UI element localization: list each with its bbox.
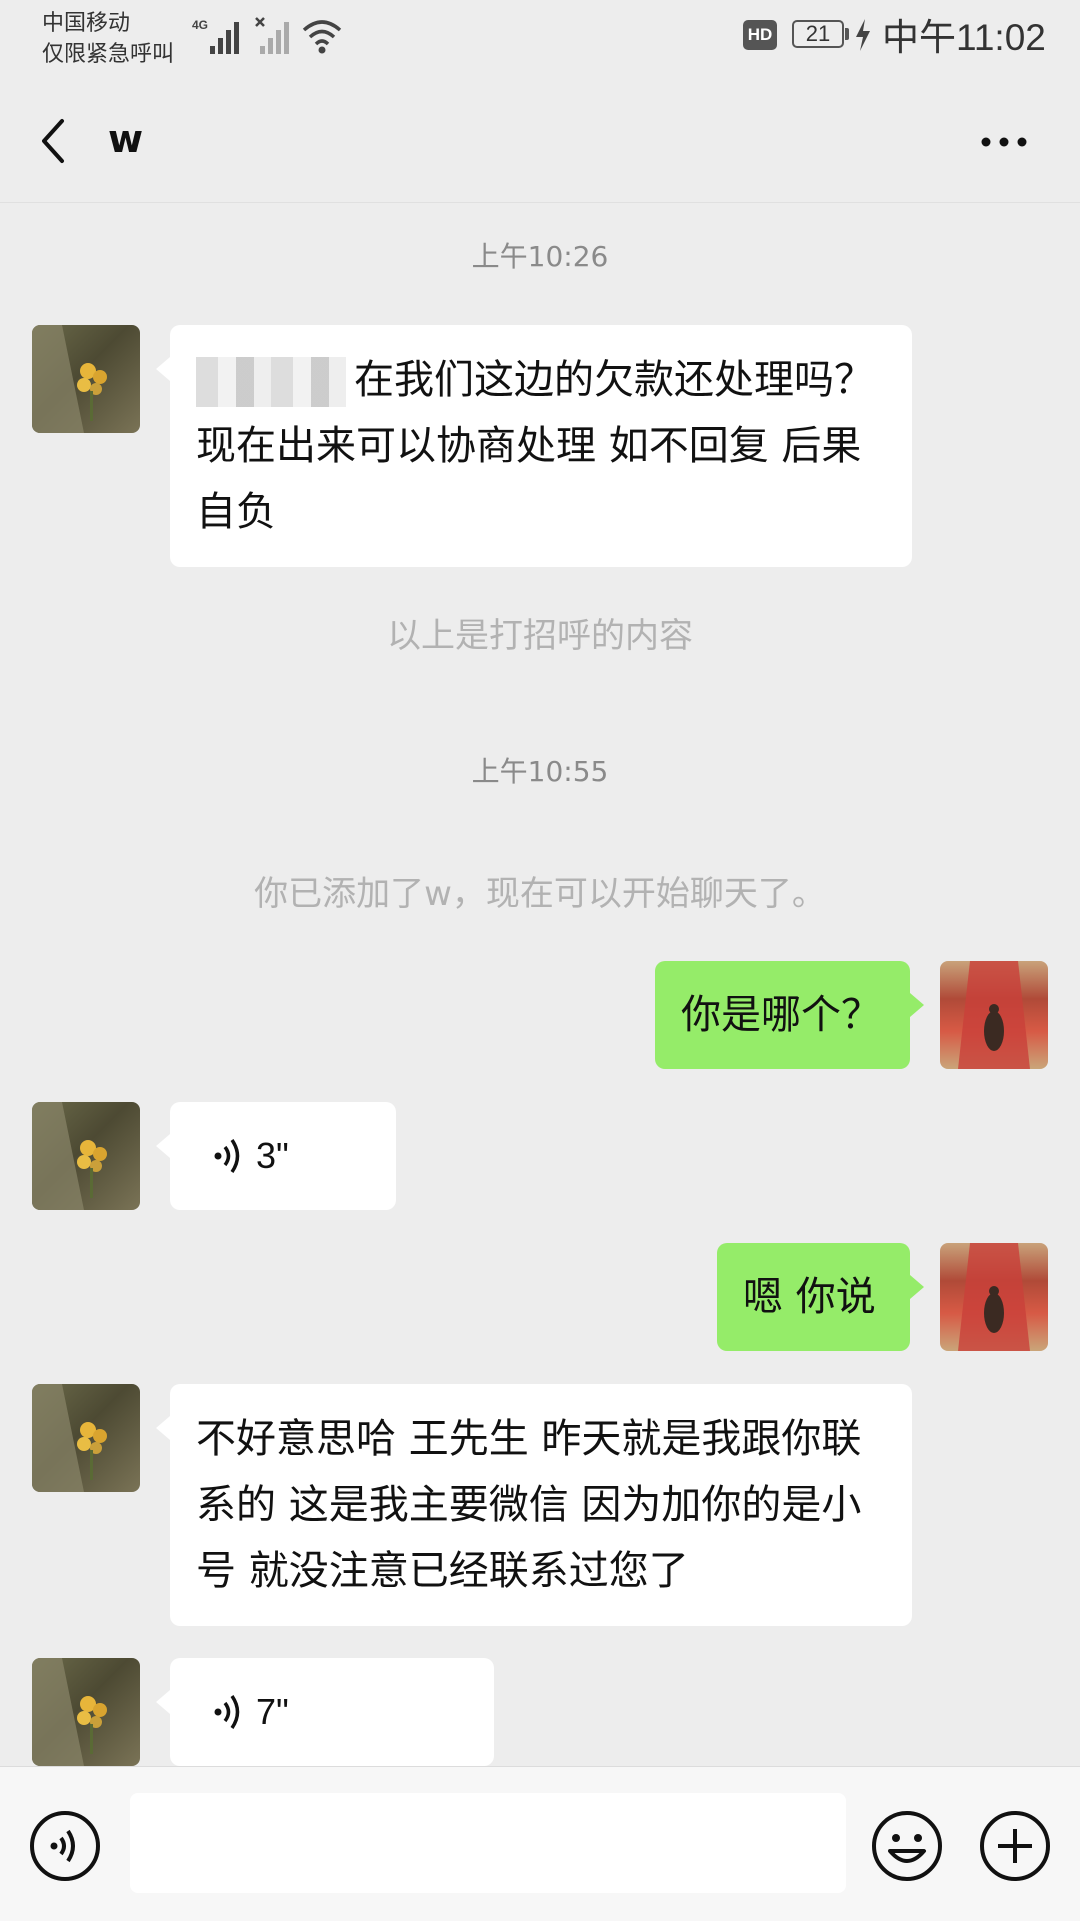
message-input[interactable]: [130, 1793, 846, 1893]
voice-duration: 7": [256, 1691, 289, 1732]
carrier-status: 仅限紧急呼叫: [42, 42, 175, 67]
outgoing-message[interactable]: 嗯 你说: [717, 1243, 924, 1351]
status-bar: 中国移动 仅限紧急呼叫 4G HD 21 中午11:02: [0, 0, 1080, 80]
timestamp: 上午10:26: [471, 240, 609, 273]
incoming-message[interactable]: 不好意思哈 王先生 昨天就是我跟你联系的 这是我主要微信 因为加你的是小号 就没…: [156, 1384, 912, 1626]
status-time: 中午11:02: [882, 17, 1046, 58]
battery-cap: [845, 28, 849, 40]
flower-avatar-icon: [32, 325, 107, 433]
contact-avatar[interactable]: [32, 1658, 140, 1766]
voice-wave-icon: [214, 1139, 240, 1173]
network-type-label: 4G: [192, 18, 208, 32]
contact-avatar[interactable]: [32, 325, 140, 433]
cellular-signal-icon: 4G: [192, 18, 239, 54]
input-bar: [0, 1766, 1080, 1921]
message-text: 嗯 你说: [743, 1274, 876, 1320]
system-notice: 以上是打招呼的内容: [387, 616, 693, 656]
self-avatar[interactable]: [940, 1243, 1048, 1351]
incoming-message[interactable]: 在我们这边的欠款还处理吗？现在出来可以协商处理 如不回复 后果自负: [156, 325, 912, 567]
hd-voice-badge: HD: [743, 20, 777, 50]
flower-avatar-icon: [32, 1102, 107, 1210]
voice-message[interactable]: 7": [156, 1658, 494, 1766]
voice-message[interactable]: 3": [156, 1102, 396, 1210]
outgoing-message[interactable]: 你是哪个？: [655, 961, 924, 1069]
back-chevron-icon[interactable]: [30, 111, 80, 171]
system-notice: 你已添加了w，现在可以开始聊天了。: [254, 874, 826, 914]
message-text: 不好意思哈 王先生 昨天就是我跟你联系的 这是我主要微信 因为加你的是小号 就没…: [196, 1416, 862, 1594]
emoji-icon[interactable]: [870, 1809, 944, 1883]
self-avatar[interactable]: [940, 961, 1048, 1069]
wifi-icon: [302, 20, 342, 54]
battery-level: 21: [805, 21, 831, 46]
chat-header: w: [0, 80, 1080, 203]
more-dots-icon[interactable]: [970, 111, 1040, 171]
voice-duration: 3": [256, 1135, 289, 1176]
voice-wave-icon: [214, 1695, 240, 1729]
timestamp: 上午10:55: [471, 755, 609, 788]
battery-icon: 21: [792, 20, 844, 48]
figure-avatar-icon: [958, 1243, 1030, 1351]
figure-avatar-icon: [958, 961, 1030, 1069]
no-sim-signal-icon: [255, 17, 289, 54]
contact-avatar[interactable]: [32, 1102, 140, 1210]
carrier-info: 中国移动 仅限紧急呼叫: [42, 8, 174, 70]
contact-avatar[interactable]: [32, 1384, 140, 1492]
redacted-text: [196, 357, 346, 407]
charging-icon: [856, 19, 870, 51]
chat-title: w: [108, 117, 144, 161]
carrier-name: 中国移动: [42, 11, 131, 36]
message-text: 你是哪个？: [681, 992, 881, 1038]
voice-input-icon[interactable]: [28, 1809, 102, 1883]
plus-icon[interactable]: [978, 1809, 1052, 1883]
flower-avatar-icon: [32, 1384, 107, 1492]
flower-avatar-icon: [32, 1658, 107, 1766]
